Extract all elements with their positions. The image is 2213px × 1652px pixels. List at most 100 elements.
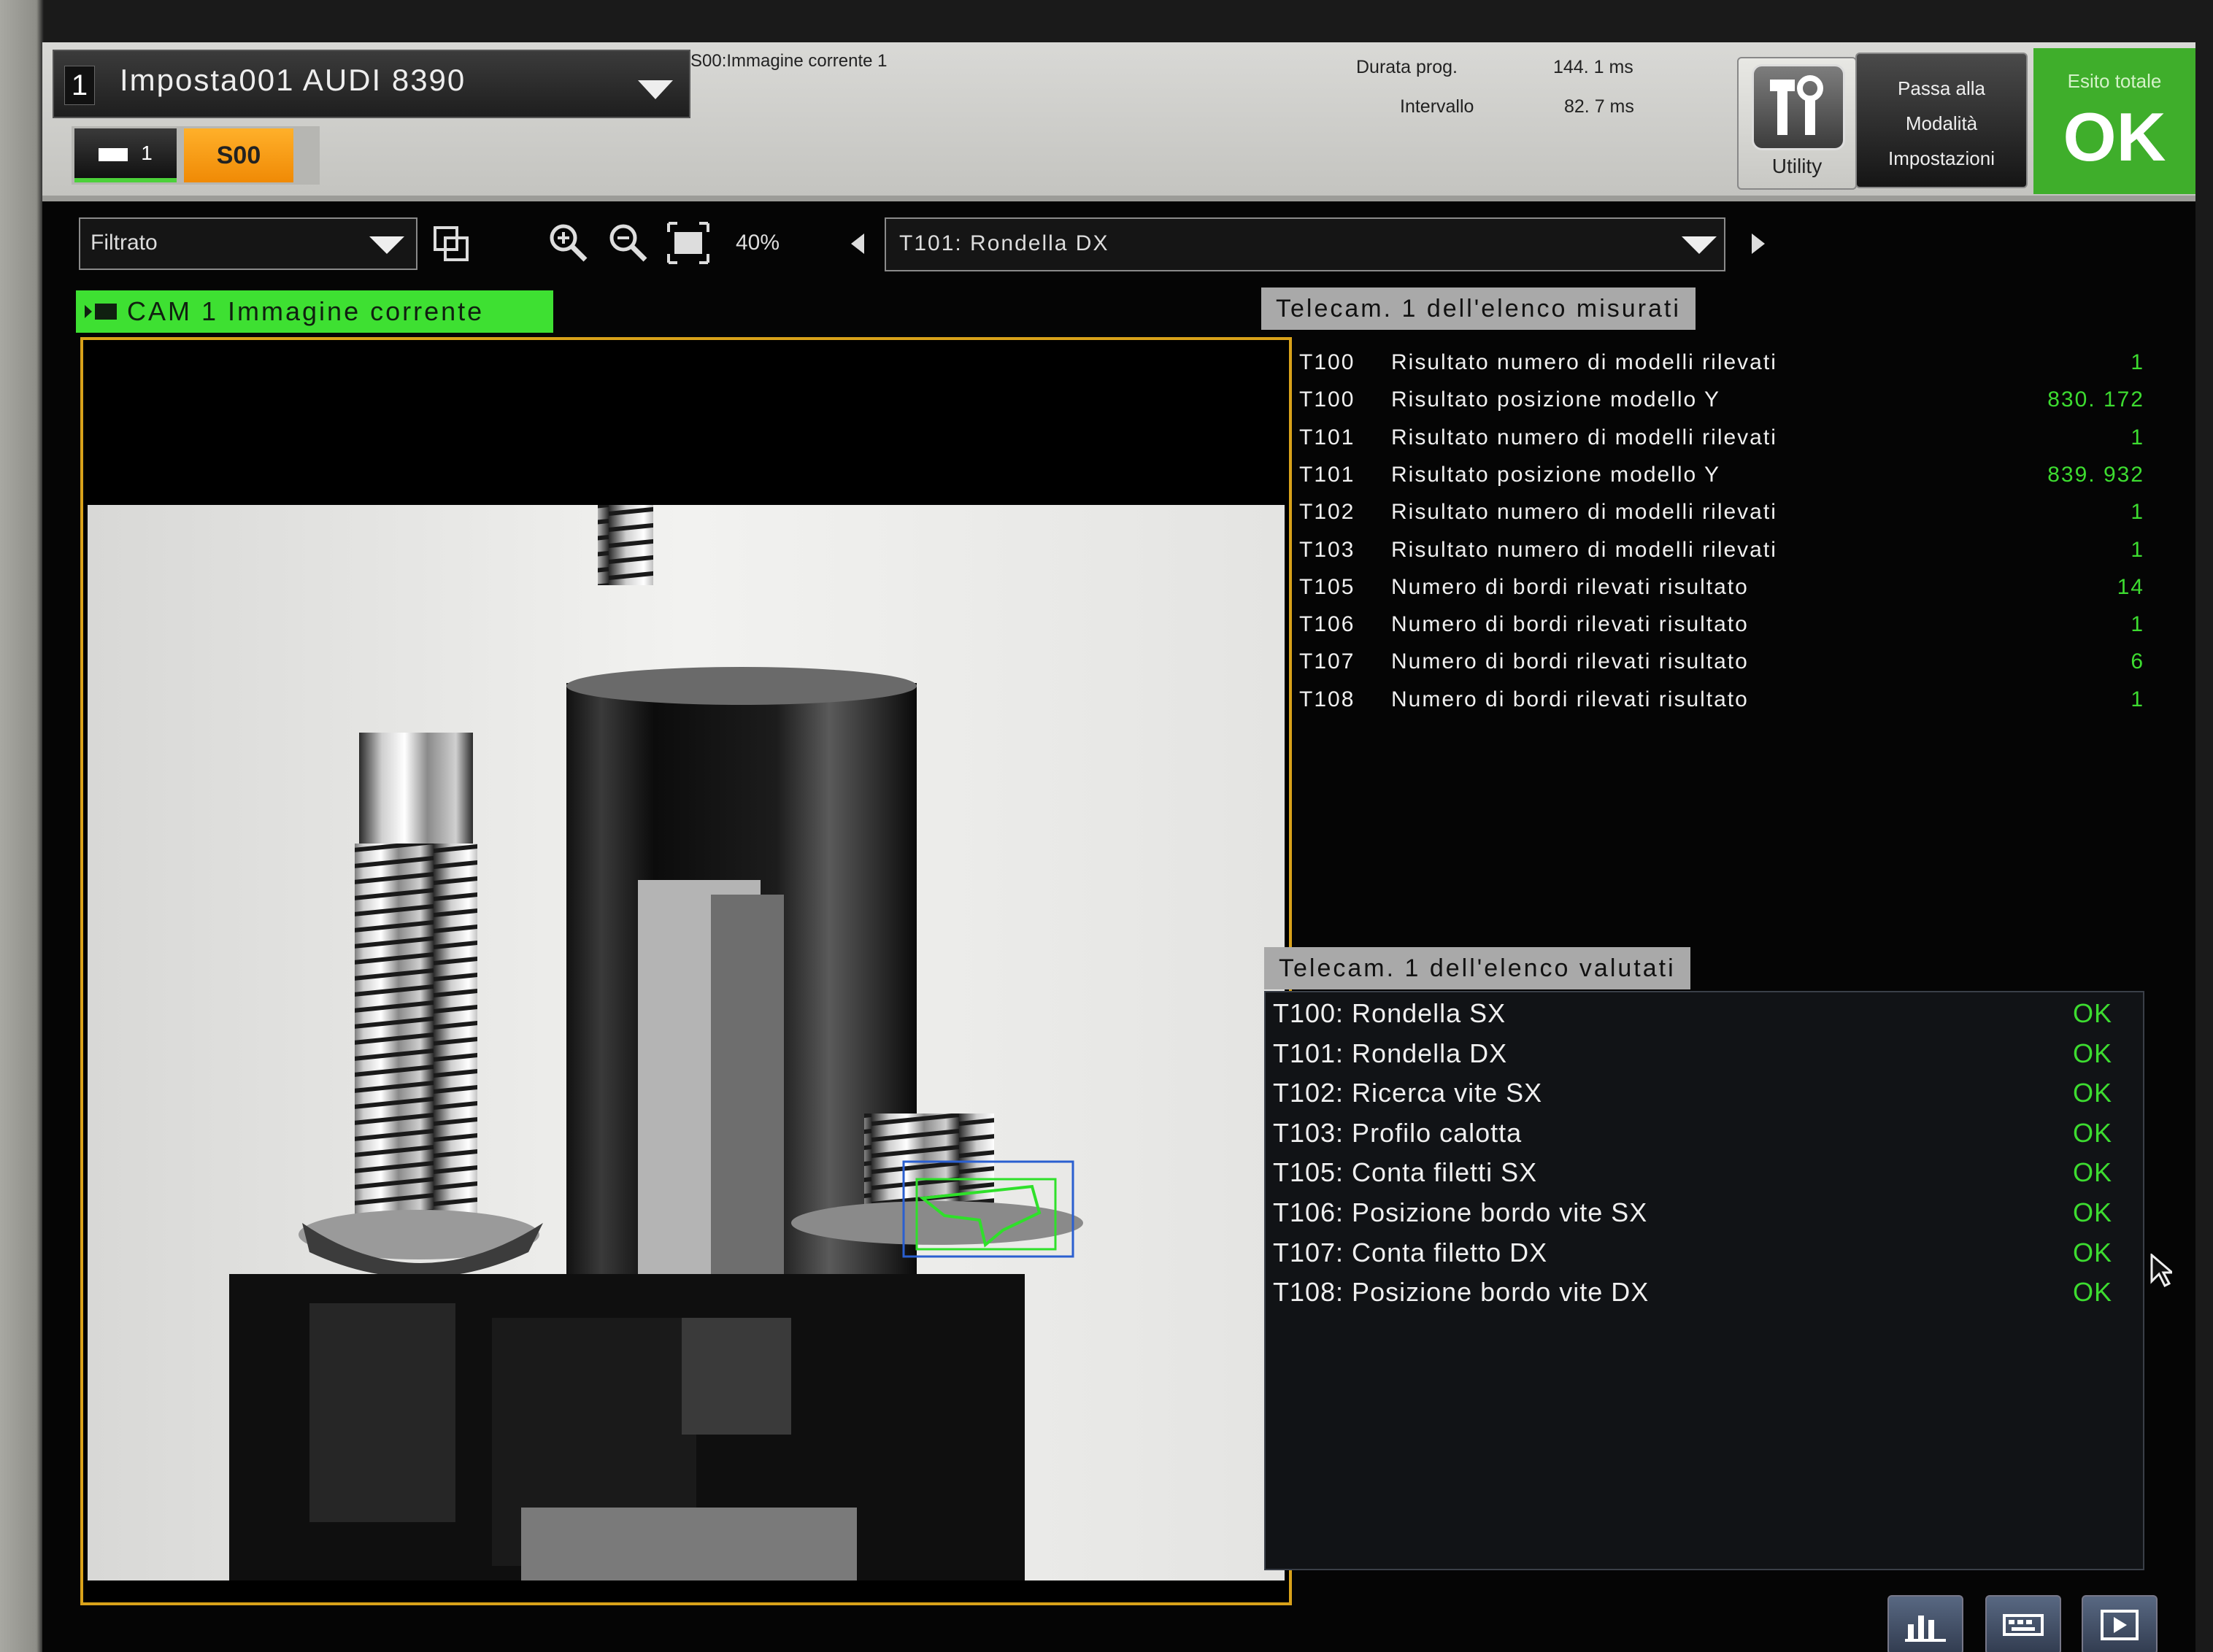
measured-id: T108 [1299,687,1355,711]
chart-icon [1905,1616,1946,1642]
measured-id: T101 [1299,462,1355,487]
filter-dropdown[interactable]: Filtrato [79,217,417,270]
evaluated-result: OK [2072,1117,2112,1148]
evaluated-row[interactable]: T106: Posizione bordo vite SX OK [1266,1197,2141,1237]
measured-row: T103 Risultato numero di modelli rilevati… [1261,538,2166,574]
mode-label-3: Impostazioni [1888,147,1995,169]
measured-row: T102 Risultato numero di modelli rilevati… [1261,500,2166,536]
settings-mode-button[interactable]: Passa alla Modalità Impostazioni [1855,53,2028,188]
duration-label: Durata prog. [1356,57,1458,77]
statistics-button[interactable] [1887,1595,1963,1652]
measured-row: T105 Numero di bordi rilevati risultato 14 [1261,575,2166,611]
measured-id: T103 [1299,537,1355,562]
evaluated-row[interactable]: T108: Posizione bordo vite DX OK [1266,1277,2141,1316]
tools-icon [1752,64,1845,150]
measured-id: T107 [1299,649,1355,674]
chevron-down-icon [638,80,673,99]
evaluated-tool-name: T100: Rondella SX [1273,998,1506,1028]
measured-value: 1 [2131,612,2144,637]
measured-description: Numero di bordi rilevati risultato [1391,687,1749,711]
evaluated-row[interactable]: T101: Rondella DX OK [1266,1038,2141,1078]
total-result-label: Esito totale [2067,70,2162,92]
evaluated-result: OK [2072,1197,2112,1227]
evaluated-row[interactable]: T105: Conta filetti SX OK [1266,1157,2141,1197]
measured-description: Numero di bordi rilevati risultato [1391,612,1749,637]
camera-icon [85,304,117,320]
evaluated-tool-name: T108: Posizione bordo vite DX [1273,1277,1650,1308]
measured-value: 1 [2131,500,2144,525]
total-result-box: Esito totale OK [2033,48,2195,194]
program-selector[interactable]: 1 Imposta001 AUDI 8390 [53,50,690,118]
camera-label-text: CAM 1 Immagine corrente [127,296,485,326]
measured-id: T100 [1299,350,1355,374]
previous-tool-icon[interactable] [851,233,864,254]
measured-description: Risultato posizione modello Y [1391,387,1721,412]
measured-row: T101 Risultato posizione modello Y 839. 93… [1261,463,2166,499]
measured-value: 1 [2131,537,2144,562]
measured-row: T100 Risultato numero di modelli rilevati… [1261,350,2166,387]
measured-id: T106 [1299,612,1355,637]
evaluated-list-title: Telecam. 1 dell'elenco valutati [1264,947,1690,989]
measured-value: 1 [2131,350,2144,374]
program-number: 1 [64,66,95,105]
run-button[interactable] [2082,1595,2158,1652]
measured-row: T101 Risultato numero di modelli rilevati… [1261,425,2166,462]
measured-list-title: Telecam. 1 dell'elenco misurati [1261,287,1696,330]
inspection-image [83,340,1289,1602]
measured-description: Risultato posizione modello Y [1391,462,1721,487]
divider [42,196,2195,201]
evaluated-row[interactable]: T107: Conta filetto DX OK [1266,1238,2141,1277]
measured-row: T107 Numero di bordi rilevati risultato 6 [1261,649,2166,686]
measured-value: 14 [2117,574,2144,599]
chevron-down-icon [369,236,404,254]
measured-id: T100 [1299,387,1355,412]
fit-screen-icon[interactable] [666,220,711,266]
zoom-in-icon[interactable] [546,220,591,266]
measured-row: T100 Risultato posizione modello Y 830. 17… [1261,387,2166,424]
measured-row: T106 Numero di bordi rilevati risultato 1 [1261,612,2166,649]
zoom-out-icon[interactable] [606,220,651,266]
layout-icon[interactable] [429,220,474,266]
utility-label: Utility [1771,155,1823,177]
tab-camera-label: 1 [141,142,153,164]
total-result-value: OK [2063,99,2166,175]
scene-label: S00:Immagine corrente 1 [690,51,888,71]
zoom-level: 40% [736,231,780,255]
duration-value: 144. 1 ms [1553,57,1633,77]
interval-label: Intervallo [1400,96,1474,117]
evaluated-result: OK [2072,1038,2112,1068]
measured-description: Risultato numero di modelli rilevati [1391,350,1777,374]
tool-dropdown[interactable]: T101: Rondella DX [885,217,1725,271]
measured-description: Risultato numero di modelli rilevati [1391,537,1777,562]
measured-row: T108 Numero di bordi rilevati risultato 1 [1261,687,2166,724]
camera-label: CAM 1 Immagine corrente [76,290,553,333]
mode-label-1: Passa alla [1898,77,1985,99]
play-icon [2101,1610,2139,1640]
header-bar: 1 Imposta001 AUDI 8390 1 S00 S00:Immagin… [42,42,2195,196]
tool-value: T101: Rondella DX [899,231,1109,255]
evaluated-tool-name: T102: Ricerca vite SX [1273,1078,1543,1108]
screen: 1 Imposta001 AUDI 8390 1 S00 S00:Immagin… [42,42,2195,1652]
utility-button[interactable]: Utility [1737,57,1857,190]
evaluated-row[interactable]: T100: Rondella SX OK [1266,998,2141,1038]
camera-icon [99,147,128,161]
evaluated-tool-name: T103: Profilo calotta [1273,1117,1523,1148]
keyboard-button[interactable] [1985,1595,2061,1652]
evaluated-row[interactable]: T102: Ricerca vite SX OK [1266,1078,2141,1117]
measured-description: Numero di bordi rilevati risultato [1391,649,1749,674]
next-tool-icon[interactable] [1752,233,1765,254]
evaluated-tool-name: T106: Posizione bordo vite SX [1273,1197,1648,1227]
interval-value: 82. 7 ms [1564,96,1634,117]
evaluated-list: T100: Rondella SX OK T101: Rondella DX OK T1… [1264,991,2144,1570]
measured-id: T105 [1299,574,1355,599]
evaluated-tool-name: T101: Rondella DX [1273,1038,1508,1068]
tab-camera[interactable]: 1 [74,128,177,182]
evaluated-result: OK [2072,1277,2112,1308]
camera-image[interactable] [80,337,1292,1605]
evaluated-row[interactable]: T103: Profilo calotta OK [1266,1118,2141,1157]
measured-id: T101 [1299,425,1355,449]
measured-value: 830. 172 [2047,387,2144,412]
tab-scene[interactable]: S00 [184,128,293,182]
evaluated-tool-name: T107: Conta filetto DX [1273,1237,1548,1267]
measured-description: Risultato numero di modelli rilevati [1391,425,1777,449]
